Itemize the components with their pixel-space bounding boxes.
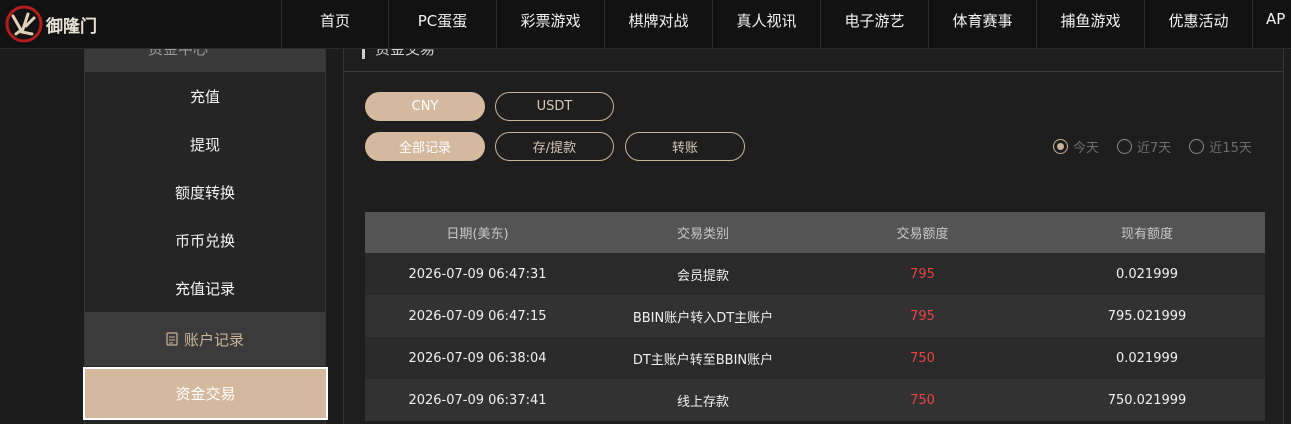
sidebar-section-label: 账户记录 — [183, 330, 244, 349]
cell-date: 2026-07-09 06:38:04 — [408, 350, 547, 366]
cell-date: 2026-07-09 06:37:41 — [408, 392, 547, 408]
sidebar-header-label: 资金中心 — [148, 49, 209, 58]
cell-type: 会员提款 — [676, 268, 729, 284]
page-root: 御隆门 首页 PC蛋蛋 彩票游戏 棋牌对战 真人视讯 电子游艺 体育赛事 捕鱼游… — [0, 0, 1291, 424]
radio-today[interactable]: 今天 — [1053, 137, 1099, 156]
nav-item-app[interactable]: AP — [1252, 0, 1291, 49]
header-balance: 现有额度 — [1120, 227, 1173, 242]
transactions-table: 日期(美东) 交易类别 交易额度 现有额度 2026-07-09 06:47:3… — [365, 212, 1265, 421]
top-navigation-bar: 御隆门 首页 PC蛋蛋 彩票游戏 棋牌对战 真人视讯 电子游艺 体育赛事 捕鱼游… — [0, 0, 1291, 49]
cell-amount: 750 — [910, 392, 935, 408]
nav-item-fishing[interactable]: 捕鱼游戏 — [1036, 0, 1144, 49]
cell-date: 2026-07-09 06:47:15 — [408, 308, 547, 324]
radio-last-7-days-label: 近7天 — [1137, 141, 1172, 156]
date-filter-group: 今天 近7天 近15天 — [1053, 137, 1252, 156]
radio-unselected-icon — [1117, 139, 1133, 154]
table-header: 日期(美东) 交易类别 交易额度 现有额度 — [365, 212, 1265, 253]
radio-last-7-days[interactable]: 近7天 — [1117, 137, 1171, 156]
table-row: 2026-07-09 06:47:15 BBIN账户转入DT主账户 795 79… — [365, 295, 1265, 337]
header-type: 交易类别 — [676, 227, 729, 242]
cell-type: 线上存款 — [676, 394, 729, 410]
radio-unselected-icon — [1189, 139, 1205, 154]
cell-amount: 795 — [910, 266, 935, 282]
cell-amount: 795 — [910, 308, 935, 324]
main-content: 资金交易 CNY USDT 全部记录 存/提款 转账 今天 近7天 近15天 日… — [343, 49, 1284, 424]
header-date: 日期(美东) — [446, 227, 509, 242]
cell-balance: 795.021999 — [1107, 308, 1187, 324]
radio-last-15-days-label: 近15天 — [1209, 141, 1252, 156]
table-row: 2026-07-09 06:38:04 DT主账户转至BBIN账户 750 0.… — [365, 337, 1265, 379]
table-row: 2026-07-09 06:47:31 会员提款 795 0.021999 — [365, 253, 1265, 295]
nav-item-home[interactable]: 首页 — [281, 0, 388, 49]
sidebar-item-coin-exchange[interactable]: 币币兑换 — [85, 216, 325, 264]
nav-item-live-casino[interactable]: 真人视讯 — [712, 0, 820, 49]
radio-today-label: 今天 — [1073, 141, 1100, 156]
dragon-logo-icon — [5, 5, 43, 43]
radio-last-15-days[interactable]: 近15天 — [1189, 137, 1252, 156]
header-amount: 交易额度 — [896, 227, 949, 242]
sidebar-item-transfer[interactable]: 额度转换 — [85, 168, 325, 216]
tab-deposit-withdraw[interactable]: 存/提款 — [495, 132, 614, 161]
radio-selected-icon — [1053, 139, 1068, 154]
nav-item-lottery[interactable]: 彩票游戏 — [496, 0, 604, 49]
document-icon — [166, 332, 178, 346]
sidebar-item-fund-transactions[interactable]: 资金交易 — [83, 367, 328, 420]
tab-cny[interactable]: CNY — [365, 92, 485, 121]
tab-all-records[interactable]: 全部记录 — [365, 132, 485, 161]
cell-type: DT主账户转至BBIN账户 — [632, 352, 774, 368]
sidebar-item-withdraw[interactable]: 提现 — [85, 120, 325, 168]
account-sidebar: 资金中心 充值 提现 额度转换 币币兑换 充值记录 账户记录 资金交易 — [83, 49, 328, 424]
nav-item-slots[interactable]: 电子游艺 — [820, 0, 928, 49]
nav-item-sports[interactable]: 体育赛事 — [928, 0, 1036, 49]
brand-logo[interactable]: 御隆门 — [4, 4, 114, 44]
tab-usdt[interactable]: USDT — [495, 92, 614, 121]
cell-balance: 0.021999 — [1115, 266, 1179, 282]
brand-name: 御隆门 — [46, 16, 97, 37]
sidebar-header: 资金中心 — [85, 49, 325, 72]
main-nav: 首页 PC蛋蛋 彩票游戏 棋牌对战 真人视讯 电子游艺 体育赛事 捕鱼游戏 优惠… — [281, 0, 1291, 49]
cell-amount: 750 — [910, 350, 935, 366]
nav-item-chess-cards[interactable]: 棋牌对战 — [604, 0, 712, 49]
cell-type: BBIN账户转入DT主账户 — [632, 310, 774, 326]
content-header: 资金交易 — [344, 49, 1283, 72]
nav-item-pc-egg[interactable]: PC蛋蛋 — [388, 0, 496, 49]
nav-item-promotions[interactable]: 优惠活动 — [1144, 0, 1252, 49]
sidebar-item-deposit-records[interactable]: 充值记录 — [85, 264, 325, 312]
page-title: 资金交易 — [362, 49, 435, 59]
sidebar-section-account-records[interactable]: 账户记录 — [85, 312, 325, 366]
sidebar-item-deposit[interactable]: 充值 — [85, 72, 325, 120]
cell-date: 2026-07-09 06:47:31 — [408, 266, 547, 282]
cell-balance: 750.021999 — [1107, 392, 1187, 408]
table-row: 2026-07-09 06:37:41 线上存款 750 750.021999 — [365, 379, 1265, 421]
cell-balance: 0.021999 — [1115, 350, 1179, 366]
tab-transfer[interactable]: 转账 — [625, 132, 745, 161]
